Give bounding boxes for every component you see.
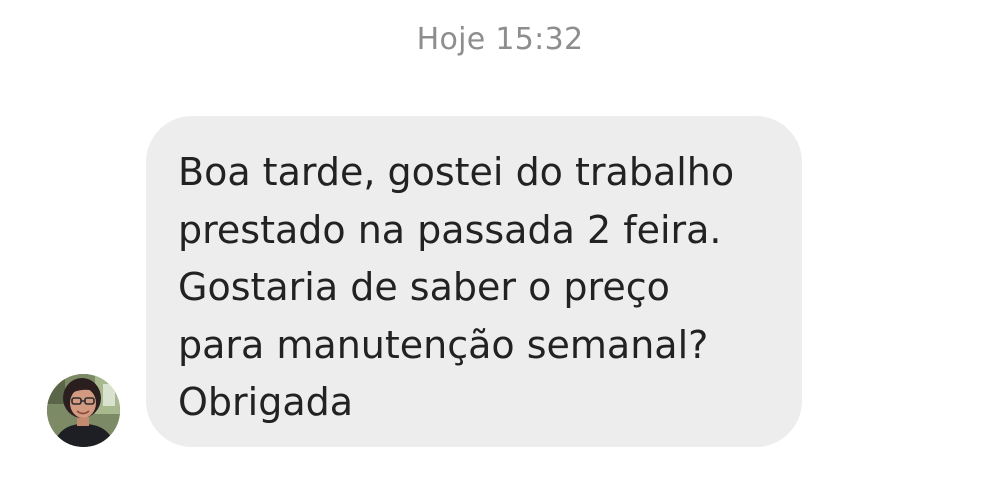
user-photo-avatar-icon (47, 374, 120, 447)
message-line: para manutenção semanal? (178, 322, 709, 367)
message-line: Boa tarde, gostei do trabalho (178, 150, 735, 194)
incoming-message-bubble[interactable]: Boa tarde, gostei do trabalho prestado n… (146, 116, 802, 447)
message-line: Obrigada (178, 380, 354, 424)
message-line: prestado na passada 2 feira. (178, 207, 722, 252)
message-timestamp: Hoje 15:32 (416, 22, 584, 57)
message-line: Gostaria de saber o preço (178, 265, 670, 309)
sender-avatar[interactable] (47, 374, 120, 447)
chat-screen: Hoje 15:32 Boa tarde, gostei do trabalho… (0, 0, 1000, 489)
